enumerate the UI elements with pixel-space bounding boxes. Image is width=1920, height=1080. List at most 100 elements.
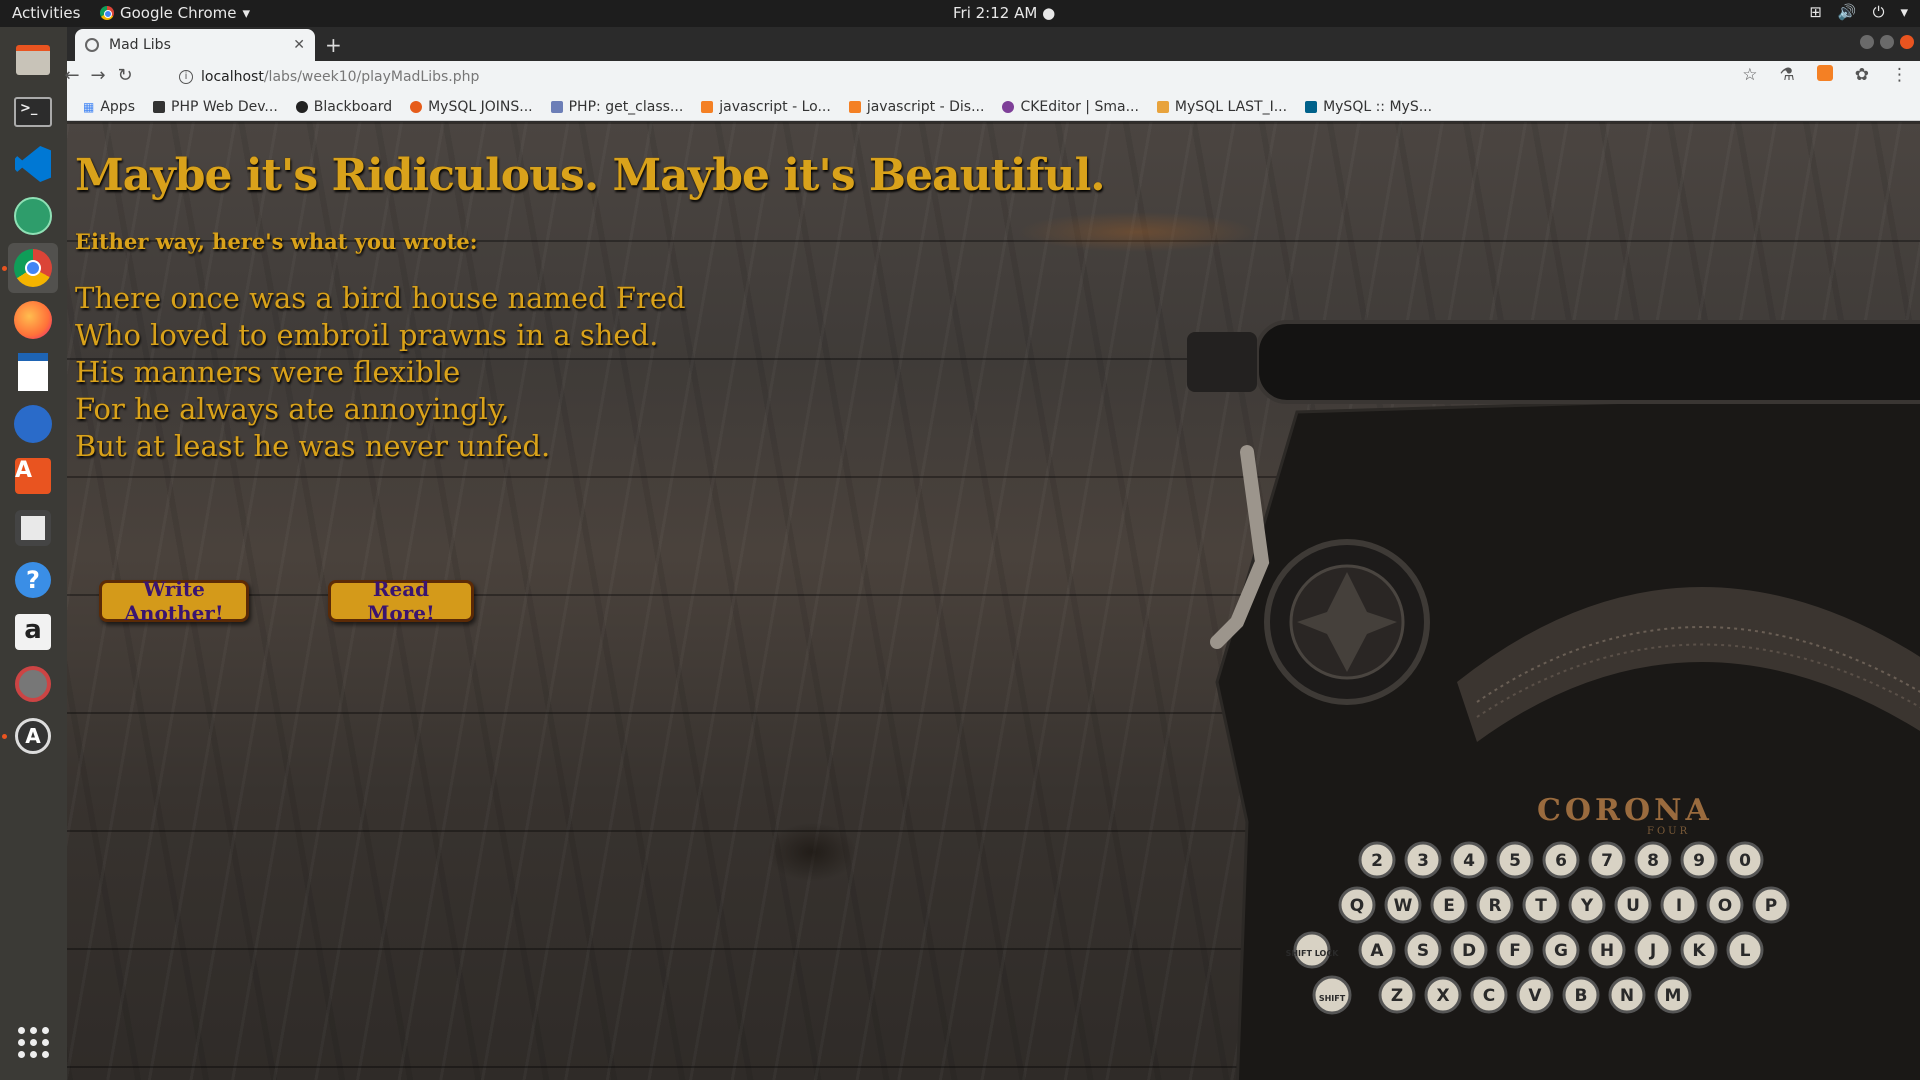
minimize-button[interactable] [1860, 35, 1874, 49]
url-host: localhost [201, 69, 264, 85]
typewriter-shift-key-label: SHIFT [1319, 994, 1346, 1003]
chrome-icon[interactable] [8, 243, 58, 293]
browser-window: Mad Libs ✕ + ← → ↻ i localhost/labs/week… [64, 27, 1920, 1080]
bookmark-item[interactable]: Blackboard [295, 99, 392, 115]
info-icon[interactable]: i [179, 70, 193, 84]
bookmark-label: CKEditor | Sma... [1020, 98, 1139, 115]
show-applications-icon[interactable] [8, 1017, 58, 1067]
tab-strip: Mad Libs ✕ + [67, 27, 1920, 61]
app-menu[interactable]: Google Chrome ▾ [100, 4, 250, 22]
network-icon: ⊞ [1809, 3, 1822, 21]
typewriter-key-label: R [1488, 896, 1501, 916]
active-indicator [2, 266, 7, 271]
bookmark-star-icon[interactable]: ☆ [1742, 65, 1757, 85]
bookmark-item[interactable]: MySQL :: MyS... [1305, 99, 1432, 115]
bookmarks-bar: ▦ Apps PHP Web Dev... Blackboard MySQL JO… [67, 93, 1920, 121]
maximize-button[interactable] [1880, 35, 1894, 49]
typewriter-key-label: J [1649, 941, 1656, 961]
extension-icon[interactable]: ⚗ [1780, 65, 1795, 85]
page-heading: Maybe it's Ridiculous. Maybe it's Beauti… [75, 150, 1106, 201]
vscode-icon[interactable] [8, 139, 58, 189]
read-more-button[interactable]: Read More! [328, 577, 474, 625]
typewriter-key-label: K [1692, 941, 1706, 961]
system-tray[interactable]: ⊞ 🔊 ⏻ ▾ [1809, 3, 1908, 21]
typewriter-key-label: S [1417, 941, 1429, 961]
bookmark-item[interactable]: PHP Web Dev... [153, 99, 278, 115]
close-icon[interactable]: ✕ [293, 37, 305, 53]
system-settings-icon[interactable] [8, 659, 58, 709]
bookmark-item[interactable]: MySQL JOINS... [410, 99, 533, 115]
bookmark-label: javascript - Lo... [719, 98, 831, 115]
bookmark-label: MySQL :: MyS... [1323, 98, 1433, 115]
rss-icon[interactable] [1816, 65, 1833, 81]
system-top-panel: Activities Google Chrome ▾ Fri 2:12 AM ●… [0, 0, 1920, 27]
terminal-icon[interactable]: >_ [8, 87, 58, 137]
files-icon[interactable] [8, 35, 58, 85]
bookmark-item[interactable]: CKEditor | Sma... [1002, 98, 1139, 115]
globe-icon [85, 38, 99, 52]
tab-mad-libs[interactable]: Mad Libs ✕ [75, 29, 315, 61]
bookmark-item[interactable]: PHP: get_class... [550, 99, 683, 115]
activities-button[interactable]: Activities [12, 4, 80, 22]
typewriter-key-label: E [1443, 896, 1455, 916]
typewriter-key-label: P [1765, 896, 1777, 916]
wood-knot [767, 822, 857, 882]
typewriter-key-label: M [1665, 986, 1682, 1006]
volume-icon: 🔊 [1837, 3, 1857, 21]
window-close-button[interactable] [1900, 35, 1914, 49]
bookmark-favicon [550, 100, 563, 113]
thunderbird-icon[interactable] [8, 399, 58, 449]
typewriter-key-label: F [1509, 941, 1521, 961]
typewriter-key-label: Z [1391, 986, 1403, 1006]
app-menu-label: Google Chrome [120, 4, 237, 22]
rhythmbox-icon[interactable] [8, 503, 58, 553]
address-bar[interactable]: i localhost/labs/week10/playMadLibs.php [179, 63, 1819, 91]
writer-icon[interactable] [8, 347, 58, 397]
typewriter-key-label: V [1528, 986, 1542, 1006]
bookmark-favicon [1156, 100, 1169, 113]
bookmark-apps[interactable]: ▦ Apps [83, 99, 135, 115]
forward-button[interactable]: → [86, 65, 110, 86]
typewriter-key-label: Q [1350, 896, 1364, 916]
typewriter-key-label: T [1535, 896, 1547, 916]
amazon-icon[interactable]: a [8, 607, 58, 657]
typewriter-key-label: B [1575, 986, 1588, 1006]
reload-button[interactable]: ↻ [113, 65, 137, 86]
bookmark-item[interactable]: MySQL LAST_I... [1156, 98, 1288, 115]
bookmark-item[interactable]: javascript - Dis... [848, 99, 984, 115]
typewriter-key-label: 0 [1739, 851, 1751, 871]
typewriter-key-label: 3 [1417, 851, 1429, 871]
help-icon[interactable]: ? [8, 555, 58, 605]
atom-icon[interactable] [8, 191, 58, 241]
new-tab-button[interactable]: + [325, 33, 342, 57]
window-controls [1860, 35, 1914, 49]
software-center-icon[interactable]: A [8, 451, 58, 501]
notification-dot-icon: ● [1042, 4, 1056, 22]
typewriter-key-label: G [1554, 941, 1568, 961]
firefox-icon[interactable] [8, 295, 58, 345]
bookmark-label: PHP Web Dev... [171, 98, 278, 115]
bookmark-item[interactable]: javascript - Lo... [701, 99, 831, 115]
bookmark-favicon [153, 100, 165, 113]
extension-icon[interactable]: ✿ [1855, 65, 1869, 85]
write-another-button[interactable]: Write Another! [99, 577, 249, 625]
bookmark-favicon [410, 100, 423, 113]
typewriter-key-label: 2 [1371, 851, 1383, 871]
poem-line: Who loved to embroil prawns in a shed. [75, 318, 659, 352]
typewriter-key-label: 8 [1647, 851, 1659, 871]
typewriter-key-label: 4 [1463, 851, 1475, 871]
bookmark-favicon [1305, 100, 1318, 113]
chrome-icon [100, 6, 114, 20]
back-button[interactable]: ← [60, 65, 84, 86]
typewriter-key-label: 5 [1509, 851, 1521, 871]
software-updater-icon[interactable]: A [8, 711, 58, 761]
menu-icon[interactable]: ⋮ [1891, 65, 1908, 85]
clock[interactable]: Fri 2:12 AM ● [953, 4, 1055, 22]
typewriter-key-label: Y [1580, 896, 1594, 916]
page-subheading: Either way, here's what you wrote: [75, 229, 478, 254]
bookmark-label: MySQL JOINS... [428, 98, 533, 115]
bookmark-label: MySQL LAST_I... [1174, 98, 1288, 115]
typewriter-key-label: N [1620, 986, 1634, 1006]
clock-text: Fri 2:12 AM [953, 4, 1038, 22]
url-path: /labs/week10/playMadLibs.php [263, 69, 480, 85]
